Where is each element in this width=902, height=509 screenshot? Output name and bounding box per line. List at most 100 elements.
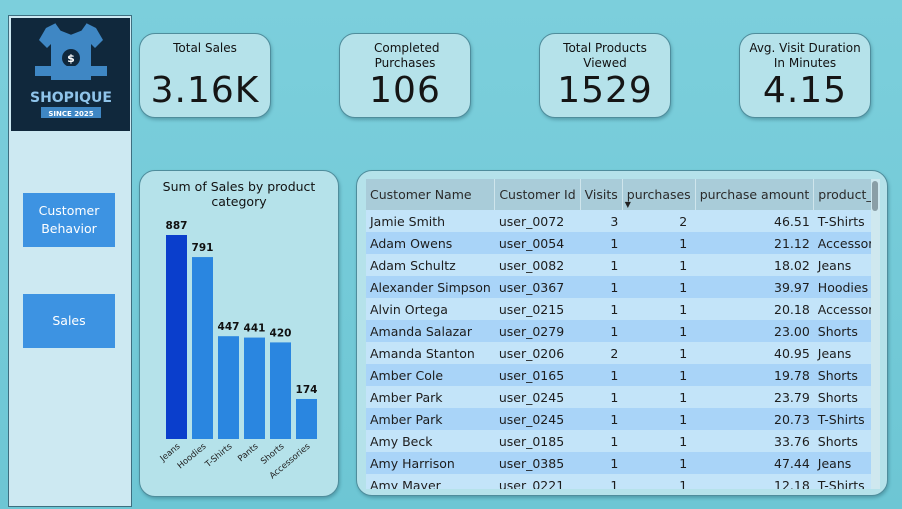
table-row[interactable]: Alvin Ortegauser_02151120.18Accessories	[366, 298, 872, 320]
table-cell: 33.76	[695, 430, 814, 452]
bar-accessories[interactable]	[296, 398, 317, 439]
table-cell: 46.51	[695, 210, 814, 232]
logo-brand-text: SHOPIQUE	[30, 90, 112, 106]
bar-chart-svg: 887Jeans791Hoodies447T-Shirts441Pants420…	[158, 220, 318, 481]
table-row[interactable]: Amber Park user_0245 1 1 20.73 T-Shirts	[366, 408, 872, 430]
shopique-logo: SHOPIQUE SINCE 2025 $	[11, 18, 130, 131]
table-cell: Amber Cole	[366, 364, 495, 386]
table-cell: 1	[580, 298, 623, 320]
table-cell: 1	[580, 320, 623, 342]
table-cell: Amber Park	[366, 386, 495, 408]
table-cell: Accessories	[813, 232, 872, 254]
column-header-customer-name[interactable]: Customer Name	[366, 179, 496, 210]
table-cell: Jamie Smith	[366, 210, 495, 232]
table-cell: 1	[580, 408, 623, 430]
table-cell: 1	[580, 232, 623, 254]
dollar-icon: $	[67, 52, 75, 65]
table-cell: 1	[580, 254, 623, 276]
data-label: 791	[192, 242, 214, 254]
table-row[interactable]: Jamie Smith user_0072 3 2 46.51 T-Shirts	[366, 210, 872, 232]
table-cell: 18.02	[695, 254, 814, 276]
table-cell: 1	[622, 452, 696, 474]
table-row[interactable]: Amy Beck user_0185 1 1 33.76 Shorts	[366, 430, 872, 452]
scrollbar-thumb[interactable]	[872, 181, 878, 211]
table-cell: user_0221	[494, 474, 581, 489]
table-cell: Alexander Simpson	[366, 276, 495, 298]
column-header-product-category[interactable]: product_category	[813, 179, 872, 210]
table-row[interactable]: Amanda Stanton user_0206 2 1 40.95 Jeans	[366, 342, 872, 364]
sort-descending-icon[interactable]: ▼	[625, 200, 631, 209]
table-row[interactable]: Amber Park user_0245 1 1 23.79 Shorts	[366, 386, 872, 408]
table-cell: 1	[622, 386, 696, 408]
table-cell: Jeans	[813, 452, 872, 474]
table-scrollbar[interactable]	[871, 179, 880, 489]
column-header-visits[interactable]: Visits	[580, 179, 623, 210]
sales-button[interactable]: Sales	[23, 294, 115, 348]
bar-t-shirts[interactable]	[218, 336, 239, 439]
column-header-purchases[interactable]: purchases ▼	[622, 179, 696, 210]
table-cell: 1	[580, 276, 623, 298]
table-cell: 1	[622, 254, 696, 276]
table-cell: Amy Beck	[366, 430, 495, 452]
table-cell: Adam Owens	[366, 232, 495, 254]
table-row[interactable]: Amy Harrison user_0385 1 1 47.44 Jeans	[366, 452, 872, 474]
logo-graphic: SHOPIQUE SINCE 2025 $	[30, 22, 112, 118]
x-tick-label: T-Shirts	[203, 441, 235, 470]
table-row[interactable]: Adam Owensuser_00541121.12Accessories	[366, 232, 872, 254]
table-cell: user_0206	[494, 342, 581, 364]
table-cell: 1	[622, 364, 696, 386]
data-label: 441	[244, 323, 266, 335]
kpi-title: Avg. Visit Duration In Minutes	[749, 41, 861, 70]
table-cell: Shorts	[813, 386, 872, 408]
table-cell: 1	[622, 232, 696, 254]
table-cell: user_0054	[494, 232, 581, 254]
table-cell: user_0367	[494, 276, 581, 298]
data-label: 420	[270, 327, 292, 339]
table-cell: 2	[580, 342, 623, 364]
table-row[interactable]: Amy Mayer user_0221 1 1 12.18 T-Shirts	[366, 474, 872, 489]
table-cell: Shorts	[813, 364, 872, 386]
column-header-customer-id[interactable]: Customer Id	[494, 179, 581, 210]
customer-behavior-label: Customer Behavior	[38, 202, 100, 236]
x-tick-label: Hoodies	[176, 441, 209, 471]
table-cell: 23.00	[695, 320, 814, 342]
bar-pants[interactable]	[244, 337, 265, 439]
table-row[interactable]: Adam Schultz user_0082 1 1 18.02 Jeans	[366, 254, 872, 276]
bar-shorts[interactable]	[270, 342, 291, 439]
kpi-value: 3.16K	[150, 70, 260, 111]
table-cell: Amy Mayer	[366, 474, 495, 489]
table-cell: 1	[622, 320, 696, 342]
table-cell: 23.79	[695, 386, 814, 408]
table-cell: 1	[622, 408, 696, 430]
bar-hoodies[interactable]	[192, 257, 213, 439]
x-tick-label: Pants	[236, 441, 261, 464]
column-header-label: Visits	[584, 187, 618, 202]
table-cell: Adam Schultz	[366, 254, 495, 276]
table-cell: Amy Harrison	[366, 452, 495, 474]
table-cell: 12.18	[695, 474, 814, 489]
table-header-row: Customer Name Customer Id Visits purchases ▼…	[366, 179, 872, 210]
kpi-title: Completed Purchases	[374, 41, 440, 70]
table-cell: 20.73	[695, 408, 814, 430]
kpi-value: 106	[369, 70, 441, 111]
table-row[interactable]: Amber Cole user_0165 1 1 19.78 Shorts	[366, 364, 872, 386]
table-row[interactable]: Alexander Simpson user_0367 1 1 39.97 Hoodies	[366, 276, 872, 298]
table-cell: 20.18	[695, 298, 814, 320]
column-header-label: Customer Id	[499, 187, 576, 202]
table-cell: Jeans	[813, 254, 872, 276]
table-cell: 19.78	[695, 364, 814, 386]
table-cell: 2	[622, 210, 696, 232]
table-cell: 40.95	[695, 342, 814, 364]
table-cell: Amanda Salazar	[366, 320, 495, 342]
data-label: 174	[296, 384, 318, 396]
table-viewport: Customer Name Customer Id Visits purchases ▼…	[366, 179, 872, 489]
table-cell: 39.97	[695, 276, 814, 298]
table-cell: 1	[622, 298, 696, 320]
table-cell: 1	[622, 342, 696, 364]
sales-label: Sales	[52, 312, 86, 328]
table-cell: 3	[580, 210, 623, 232]
table-row[interactable]: Amanda Salazar user_0279 1 1 23.00 Shorts	[366, 320, 872, 342]
column-header-purchase-amount[interactable]: purchase amount	[695, 179, 815, 210]
bar-jeans[interactable]	[166, 235, 187, 439]
customer-behavior-button[interactable]: Customer Behavior	[23, 193, 115, 247]
